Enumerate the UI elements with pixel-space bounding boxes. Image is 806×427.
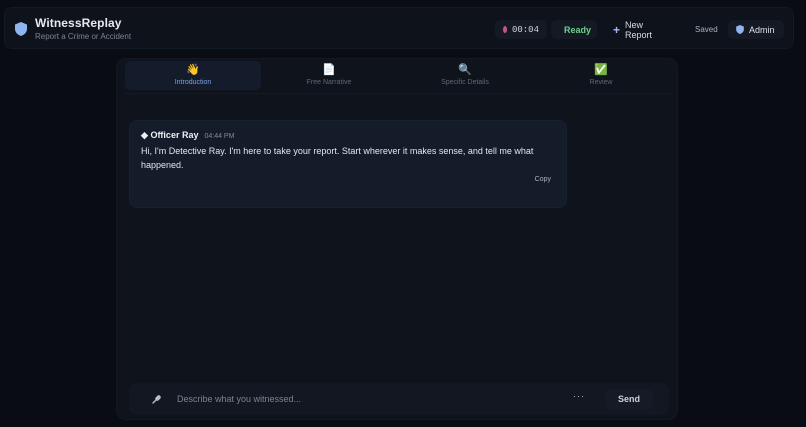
tab-label: Specific Details [441,79,489,86]
message-author: ◆ Officer Ray [141,130,198,141]
copy-button[interactable]: Copy [535,176,551,183]
saved-label: Saved [695,25,718,34]
new-report-label: New Report [625,19,653,40]
session-timer: 00:04 [495,20,547,39]
stage-tabs: 👋 Introduction 📄 Free Narrative 🔍 Specif… [125,61,671,94]
app-title: WitnessReplay [35,16,122,30]
timer-icon [503,26,507,33]
message-time: 04:44 PM [204,133,235,140]
status-badge: Ready [551,20,597,39]
shield-icon [15,22,27,36]
message-input[interactable] [177,389,557,409]
more-options-button[interactable]: ··· [573,391,585,401]
tab-free-narrative[interactable]: 📄 Free Narrative [261,61,397,90]
tab-introduction[interactable]: 👋 Introduction [125,61,261,90]
tab-label: Free Narrative [306,79,352,86]
plus-icon: + [613,22,621,37]
report-panel: 👋 Introduction 📄 Free Narrative 🔍 Specif… [116,58,678,420]
admin-shield-icon [736,25,744,34]
admin-button[interactable]: Admin [728,20,784,39]
new-report-button[interactable]: + New Report [605,19,673,40]
saved-indicator: Saved [682,20,724,39]
timer-value: 00:04 [511,24,539,35]
microphone-icon[interactable] [151,393,163,405]
check-box-icon: ✅ [594,64,608,76]
tab-label: Review [589,79,613,86]
tab-review[interactable]: ✅ Review [533,61,669,90]
message-bubble: ◆ Officer Ray 04:44 PM Hi, I'm Detective… [129,120,567,208]
message-header: ◆ Officer Ray 04:44 PM [141,130,234,141]
message-composer: ··· Send [129,383,669,415]
send-button[interactable]: Send [605,389,653,409]
tab-divider [125,93,671,94]
status-text: Ready [564,24,592,35]
magnifier-icon: 🔍 [458,64,472,76]
admin-label: Admin [749,24,775,35]
tab-label: Introduction [174,79,212,86]
document-icon: 📄 [322,64,336,76]
app-header: WitnessReplay Report a Crime or Accident… [4,7,794,49]
diamond-icon: ◆ [141,130,148,140]
app-subtitle: Report a Crime or Accident [35,32,132,41]
waving-hand-icon: 👋 [186,64,200,76]
author-name: Officer Ray [150,130,199,140]
message-text: Hi, I'm Detective Ray. I'm here to take … [141,146,534,170]
tab-specific-details[interactable]: 🔍 Specific Details [397,61,533,90]
